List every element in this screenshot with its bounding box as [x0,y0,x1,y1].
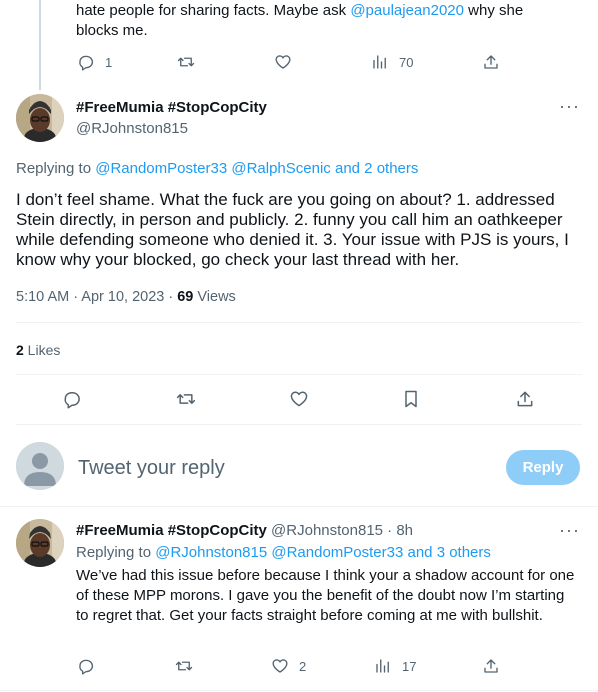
retweet-button[interactable] [176,389,196,409]
reply-button[interactable]: 1 [77,53,112,71]
like-button[interactable] [289,389,309,409]
mention-link[interactable]: @RandomPoster33 [95,160,227,177]
tweet-time[interactable]: 5:10 AM · Apr 10, 2023 · [16,289,177,305]
display-name[interactable]: #FreeMumia #StopCopCity [76,99,267,116]
display-name[interactable]: #FreeMumia #StopCopCity [76,522,267,539]
reply-icon [79,659,94,675]
reply-input[interactable] [78,454,478,482]
retweet-icon [175,661,193,671]
retweet-icon [177,57,195,67]
more-options-icon[interactable]: ··· [559,96,580,117]
likes-summary[interactable]: 2 Likes [16,342,60,358]
retweet-button[interactable] [177,53,195,71]
mention-link[interactable]: @RJohnston815 [155,544,267,561]
likes-number: 2 [16,342,24,358]
mention-link[interactable]: @paulajean2020 [350,2,464,19]
share-icon [484,659,498,673]
reply-icon [64,392,80,409]
replying-to: Replying to @RandomPoster33 @RalphScenic… [16,160,418,177]
analytics-icon [373,55,386,69]
heart-icon [290,391,308,407]
retweet-button[interactable] [175,657,193,675]
bookmark-button[interactable] [401,389,421,409]
views-number: 69 [177,289,194,305]
avatar[interactable] [16,94,64,142]
top-tweet-text-suffix: why she [464,2,524,19]
replying-others-link[interactable]: and 3 others [408,544,491,561]
default-avatar-icon [16,442,64,490]
replying-to-label: Replying to [76,544,156,561]
views-button[interactable]: 17 [374,657,416,675]
views-count: 17 [402,658,417,674]
mention-link[interactable]: @RandomPoster33 [271,544,403,561]
top-tweet-text: hate people for sharing facts. Maybe ask… [76,1,576,41]
views-count: 70 [399,54,414,70]
share-icon [484,55,498,69]
like-count: 2 [299,658,307,674]
replying-others-link[interactable]: and 2 others [335,160,418,177]
tweet-timestamp: 5:10 AM · Apr 10, 2023 · 69 Views [16,289,236,305]
divider [16,424,582,425]
top-tweet-text-line2: blocks me. [76,22,148,39]
replying-to: Replying to @RJohnston815 @RandomPoster3… [76,544,491,561]
views-button[interactable]: 70 [371,53,413,71]
user-handle-time[interactable]: @RJohnston815 · 8h [271,522,413,539]
reply-count: 1 [105,54,113,70]
analytics-icon [376,659,389,673]
heart-icon [272,659,288,673]
divider [16,374,582,375]
reply-icon [79,55,94,71]
reply-submit-button[interactable]: Reply [506,450,580,485]
share-button[interactable] [482,657,500,675]
avatar-image [16,94,64,142]
bookmark-icon [405,390,417,408]
avatar[interactable] [16,519,64,567]
share-button[interactable] [482,53,500,71]
heart-icon [275,55,291,69]
avatar-image [16,519,64,567]
divider [0,506,598,507]
retweet-icon [176,394,196,404]
composer-avatar [16,442,64,490]
mention-link[interactable]: @RalphScenic [231,160,330,177]
views-label: Views [193,289,236,305]
share-icon [517,391,533,407]
reply-button[interactable] [77,657,95,675]
tweet-body: I don’t feel shame. What the fuck are yo… [16,190,569,269]
replying-to-label: Replying to [16,160,96,177]
divider [16,322,582,323]
reply-button[interactable] [62,389,82,409]
like-button[interactable] [274,53,292,71]
tweet-body: We’ve had this issue before because I th… [76,567,575,624]
more-options-icon[interactable]: ··· [559,520,580,541]
user-handle[interactable]: @RJohnston815 [76,120,188,137]
like-button[interactable]: 2 [271,657,306,675]
share-button[interactable] [515,389,535,409]
thread-line [39,0,41,90]
likes-label: Likes [23,342,61,358]
top-tweet-text-prefix: hate people for sharing facts. Maybe ask [76,2,351,19]
tweet-header: #FreeMumia #StopCopCity @RJohnston815 · … [76,522,413,539]
divider [0,690,598,691]
